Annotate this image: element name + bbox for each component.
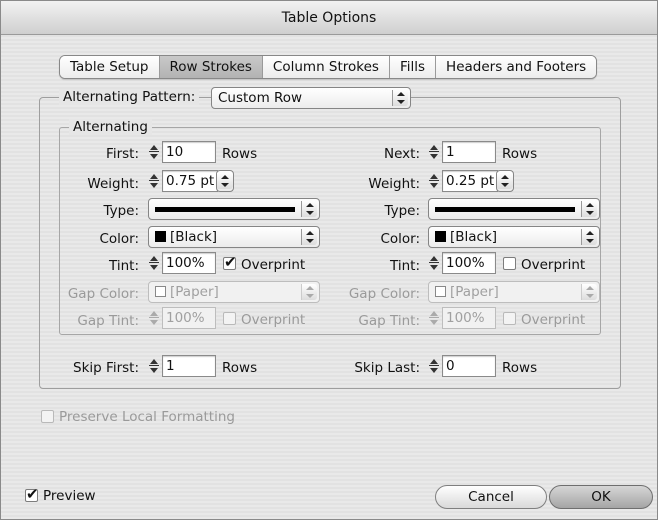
type-select-right[interactable] — [428, 198, 600, 220]
overprint-label-left: Overprint — [241, 257, 306, 273]
window-title: Table Options — [1, 1, 657, 35]
weight-select-right[interactable] — [496, 170, 514, 192]
overprint-checkbox-right[interactable] — [503, 257, 516, 270]
stroke-type-preview — [435, 207, 575, 212]
popup-arrows-icon — [581, 284, 597, 300]
tint-stepper-right[interactable] — [428, 253, 440, 273]
gap-color-select-left[interactable]: [Paper] — [148, 281, 320, 303]
next-stepper[interactable] — [428, 142, 440, 162]
gap-tint-label-left: Gap Tint: — [77, 313, 139, 329]
skip-last-label: Skip Last: — [354, 360, 420, 376]
popup-arrows-icon — [301, 201, 317, 217]
skip-last-field[interactable]: 0 — [442, 355, 496, 377]
gap-overprint-checkbox-right[interactable] — [503, 312, 516, 325]
gap-overprint-label-left: Overprint — [241, 312, 306, 328]
type-label-right: Type: — [384, 203, 420, 219]
overprint-label-right: Overprint — [521, 257, 586, 273]
alternating-pattern-value: Custom Row — [218, 90, 303, 106]
alternating-pattern-label: Alternating Pattern: — [59, 89, 200, 105]
popup-arrows-icon — [301, 284, 317, 300]
popup-arrows-icon — [497, 173, 513, 189]
paper-swatch-icon — [435, 286, 446, 297]
color-label-right: Color: — [380, 231, 420, 247]
preview-checkbox[interactable] — [25, 485, 39, 503]
gap-overprint-label-right: Overprint — [521, 312, 586, 328]
gap-color-value-left: [Paper] — [170, 284, 219, 300]
tint-label-left: Tint: — [109, 258, 139, 274]
gap-tint-field-left[interactable]: 100% — [162, 307, 216, 329]
weight-stepper-left[interactable] — [148, 171, 160, 191]
overprint-checkbox-left[interactable] — [223, 253, 237, 271]
weight-field-right[interactable]: 0.25 pt — [442, 170, 498, 192]
stroke-type-preview — [155, 207, 295, 212]
color-value-right: [Black] — [450, 229, 498, 245]
paper-swatch-icon — [155, 286, 166, 297]
type-label-left: Type: — [103, 203, 139, 219]
gap-overprint-checkbox-left[interactable] — [223, 312, 236, 325]
gap-color-label-left: Gap Color: — [67, 286, 139, 302]
gap-color-value-right: [Paper] — [450, 284, 499, 300]
skip-first-unit: Rows — [222, 360, 258, 376]
popup-arrows-icon — [217, 173, 233, 189]
next-rows-field[interactable]: 1 — [442, 141, 496, 163]
gap-tint-field-right[interactable]: 100% — [442, 307, 496, 329]
cancel-button[interactable]: Cancel — [435, 485, 547, 509]
popup-arrows-icon — [301, 229, 317, 245]
tint-stepper-left[interactable] — [148, 253, 160, 273]
weight-select-left[interactable] — [216, 170, 234, 192]
tab-headers-and-footers[interactable]: Headers and Footers — [436, 56, 597, 78]
skip-first-stepper[interactable] — [148, 356, 160, 376]
preserve-local-formatting-label: Preserve Local Formatting — [59, 409, 235, 425]
skip-last-stepper[interactable] — [428, 356, 440, 376]
popup-arrows-icon — [392, 90, 408, 106]
preserve-local-formatting-checkbox[interactable] — [41, 410, 54, 423]
first-rows-unit: Rows — [222, 146, 258, 162]
tint-label-right: Tint: — [390, 258, 420, 274]
tint-field-right[interactable]: 100% — [442, 252, 496, 274]
weight-label-right: Weight: — [368, 176, 420, 192]
alternating-pattern-select[interactable]: Custom Row — [211, 87, 411, 109]
type-select-left[interactable] — [148, 198, 320, 220]
first-stepper[interactable] — [148, 142, 160, 162]
tab-row-strokes[interactable]: Row Strokes — [159, 56, 263, 78]
weight-stepper-right[interactable] — [428, 171, 440, 191]
color-select-right[interactable]: [Black] — [428, 226, 600, 248]
skip-last-unit: Rows — [502, 360, 538, 376]
next-rows-unit: Rows — [502, 146, 538, 162]
tab-table-setup[interactable]: Table Setup — [60, 56, 160, 78]
skip-first-field[interactable]: 1 — [162, 355, 216, 377]
table-options-dialog: Table Options Table Setup Row Strokes Co… — [0, 0, 658, 520]
first-label: First: — [106, 146, 139, 162]
color-label-left: Color: — [99, 231, 139, 247]
popup-arrows-icon — [581, 229, 597, 245]
gap-tint-stepper-left[interactable] — [148, 308, 160, 328]
tab-fills[interactable]: Fills — [389, 56, 437, 78]
alternating-group-legend: Alternating — [69, 119, 152, 135]
weight-label-left: Weight: — [87, 176, 139, 192]
gap-color-select-right[interactable]: [Paper] — [428, 281, 600, 303]
black-swatch-icon — [435, 231, 446, 242]
skip-first-label: Skip First: — [73, 360, 139, 376]
next-label: Next: — [384, 146, 420, 162]
weight-field-left[interactable]: 0.75 pt — [162, 170, 218, 192]
gap-color-label-right: Gap Color: — [348, 286, 420, 302]
tab-bar: Table Setup Row Strokes Column Strokes F… — [59, 55, 598, 79]
first-rows-field[interactable]: 10 — [162, 141, 216, 163]
color-select-left[interactable]: [Black] — [148, 226, 320, 248]
gap-tint-label-right: Gap Tint: — [358, 313, 420, 329]
preview-label: Preview — [43, 488, 96, 504]
black-swatch-icon — [155, 231, 166, 242]
gap-tint-stepper-right[interactable] — [428, 308, 440, 328]
ok-button[interactable]: OK — [549, 485, 653, 509]
popup-arrows-icon — [581, 201, 597, 217]
color-value-left: [Black] — [170, 229, 218, 245]
tint-field-left[interactable]: 100% — [162, 252, 216, 274]
tab-column-strokes[interactable]: Column Strokes — [262, 56, 390, 78]
